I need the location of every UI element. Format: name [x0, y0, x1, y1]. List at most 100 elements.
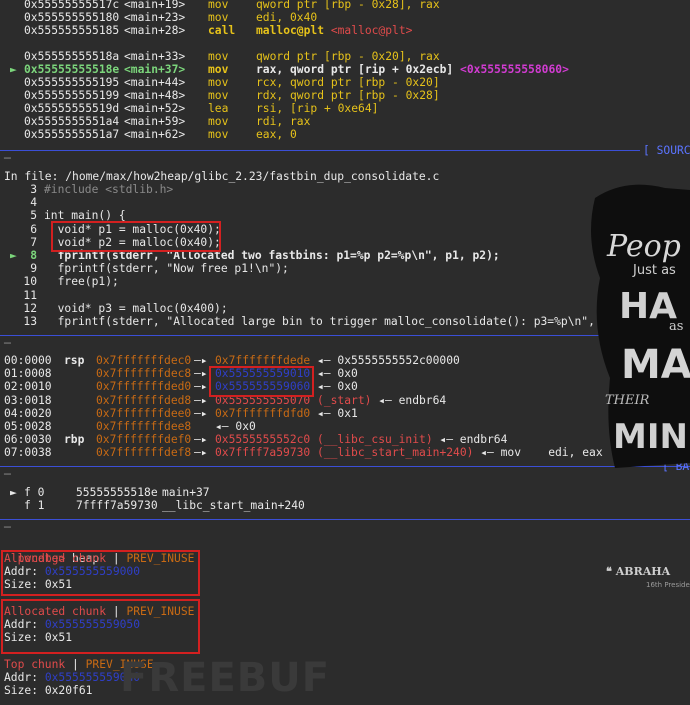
disasm-line[interactable]: 0x55555555517c <main+19> mov qword ptr [rbp… [0, 0, 690, 11]
stack-deref: ◂— 0x0 [310, 367, 358, 381]
stack-deref: ◂— 0x0 [310, 380, 358, 394]
highlight-stack-pointers [209, 366, 314, 397]
instruction-operands: rdi, rax [256, 115, 310, 128]
stack-arrow: —▸ [194, 380, 208, 394]
disasm-line[interactable]: 0x5555555551a7 <main+62> mov eax, 0 [0, 128, 690, 141]
stack-arrow: —▸ [194, 367, 208, 381]
poster-word: MA [621, 342, 690, 388]
instruction-offset: <main+19> [124, 0, 186, 11]
stack-address: 0x7fffffffdec8 [96, 367, 192, 381]
source-code-text: #include <stdlib.h> [44, 183, 174, 196]
disasm-line[interactable]: 0x555555555199 <main+48> mov rdx, qword ptr… [0, 89, 690, 102]
line-number: 8 [30, 249, 37, 262]
operand-text: rdi, rax [256, 115, 311, 128]
divider-dash: ─ [4, 152, 11, 165]
disasm-line[interactable]: 0x555555555185 <main+28> call malloc@plt <m… [0, 24, 690, 37]
instruction-address: 0x55555555517c [24, 0, 120, 11]
instruction-offset: <main+28> [124, 24, 186, 37]
instruction-address: 0x555555555199 [24, 89, 120, 102]
operand-text: eax, 0 [256, 128, 297, 141]
stack-index: 07:0038 [4, 446, 52, 460]
poster-quote-author: ❝ ABRAHA [606, 565, 671, 578]
line-number: 4 [30, 196, 37, 210]
line-number: 13 [23, 315, 37, 328]
operand-symbol: <malloc@plt> [330, 24, 413, 37]
stack-index: 04:0020 [4, 406, 52, 420]
instruction-operands: rsi, [rip + 0xe64] [256, 102, 378, 115]
operand-text: edi, 0x40 [256, 11, 318, 24]
stack-address: 0x7fffffffdef8 [96, 446, 192, 460]
stack-deref: ◂— endbr64 [432, 433, 508, 447]
instruction-opcode: call [208, 24, 236, 37]
chunk-type: Top chunk [4, 658, 66, 671]
stack-index: 03:0018 [4, 393, 52, 407]
instruction-offset: <main+62> [124, 128, 186, 141]
frame-symbol: __libc_start_main+240 [162, 499, 305, 512]
instruction-operands: qword ptr [rbp - 0x20], rax [256, 50, 440, 63]
stack-register: rsp [64, 354, 85, 367]
stack-arrow: —▸ [194, 406, 208, 420]
line-number: 7 [30, 235, 37, 249]
stack-index: 02:0010 [4, 380, 52, 394]
stack-address: 0x7fffffffdee8 [96, 420, 192, 433]
instruction-offset: <main+44> [124, 76, 186, 89]
chunk-separator: | [65, 658, 86, 671]
poster-silhouette: Peop Just as HA as MA THEIR MIN [591, 184, 690, 468]
stack-value: 0x7ffff7a59730 (__libc_start_main+240) [215, 446, 474, 460]
disasm-line[interactable]: 0x55555555518a <main+33> mov qword ptr [rbp… [0, 50, 690, 63]
instruction-opcode: mov [208, 76, 229, 89]
instruction-opcode: mov [208, 0, 229, 11]
backtrace-frame[interactable]: f 1 7ffff7a59730 __libc_start_main+240 [0, 499, 690, 512]
stack-arrow: —▸ [194, 433, 208, 447]
stack-address: 0x7fffffffdee0 [96, 406, 192, 420]
instruction-address: 0x5555555551a4 [24, 115, 120, 128]
stack-deref: ◂— endbr64 [371, 393, 447, 407]
operand-text: qword ptr [rbp - 0x28], rax [256, 0, 440, 11]
instruction-operands: rdx, qword ptr [rbp - 0x28] [256, 89, 440, 102]
line-number: 6 [30, 222, 37, 236]
instruction-address: 0x5555555551a7 [24, 128, 120, 141]
stack-index: 06:0030 [4, 433, 52, 447]
highlight-chunk-2 [1, 599, 200, 654]
source-section-divider [0, 150, 640, 151]
disasm-line[interactable]: 0x555555555180 <main+23> mov edi, 0x40 [0, 11, 690, 24]
disasm-line[interactable]: 0x5555555551a4 <main+59> mov rdi, rax [0, 115, 690, 128]
poster-word: THEIR [605, 393, 650, 408]
source-code-text: free(p1); [44, 275, 119, 289]
frame-number: f 0 [24, 486, 45, 499]
source-code-text: fprintf(stderr, "Allocated large bin to … [44, 315, 629, 328]
stack-arrow: —▸ [194, 393, 208, 407]
operand-text: malloc@plt [256, 24, 331, 37]
instruction-offset: <main+37> [124, 63, 186, 76]
disasm-line[interactable]: ► 0x55555555518e <main+37> mov rax, qword pt… [0, 63, 690, 76]
stack-index: 00:0000 [4, 354, 52, 367]
instruction-opcode: mov [208, 11, 229, 24]
stack-deref: ◂— 0x5555555552c00000 [310, 354, 460, 367]
heap-section-divider [0, 519, 690, 520]
poster-word: as [669, 319, 683, 334]
stack-address: 0x7fffffffdef0 [96, 433, 192, 447]
disasm-line[interactable]: 0x55555555519d <main+52> lea rsi, [rip + 0x… [0, 102, 690, 115]
freebuf-watermark: FREEBUF [120, 655, 331, 701]
instruction-operands: malloc@plt <malloc@plt> [256, 24, 412, 37]
disasm-line[interactable]: 0x555555555195 <main+44> mov rcx, qword ptr… [0, 76, 690, 89]
instruction-offset: <main+59> [124, 115, 186, 128]
instruction-operands: eax, 0 [256, 128, 297, 141]
instruction-operands: rax, qword ptr [rip + 0x2ecb] <0x5555555… [256, 63, 569, 76]
stack-arrow: —▸ [194, 354, 208, 367]
line-number: 9 [30, 262, 37, 276]
frame-number: f 1 [24, 499, 45, 512]
stack-value: 0x5555555552c0 (__libc_csu_init) [215, 433, 433, 447]
stack-deref: ◂— 0x0 [215, 420, 256, 433]
operand-symbol: <0x555555558060> [460, 63, 569, 76]
backtrace-frame[interactable]: ► f 0 55555555518e main+37 [0, 486, 690, 499]
operand-text: rcx, qword ptr [rbp - 0x20] [256, 76, 440, 89]
heap-chunk-size: Size: 0x20f61 [4, 684, 92, 697]
instruction-address: 0x55555555519d [24, 102, 120, 115]
source-code-text: void* p3 = malloc(0x400); [44, 301, 228, 315]
source-file-path: In file: /home/max/how2heap/glibc_2.23/f… [4, 170, 440, 183]
instruction-operands: edi, 0x40 [256, 11, 317, 24]
poster-word: Just as [632, 263, 676, 278]
disassembly-panel: 0x55555555517c <main+19> mov qword ptr [rbp… [0, 0, 690, 148]
chunk-size: 0x20f61 [44, 684, 93, 697]
